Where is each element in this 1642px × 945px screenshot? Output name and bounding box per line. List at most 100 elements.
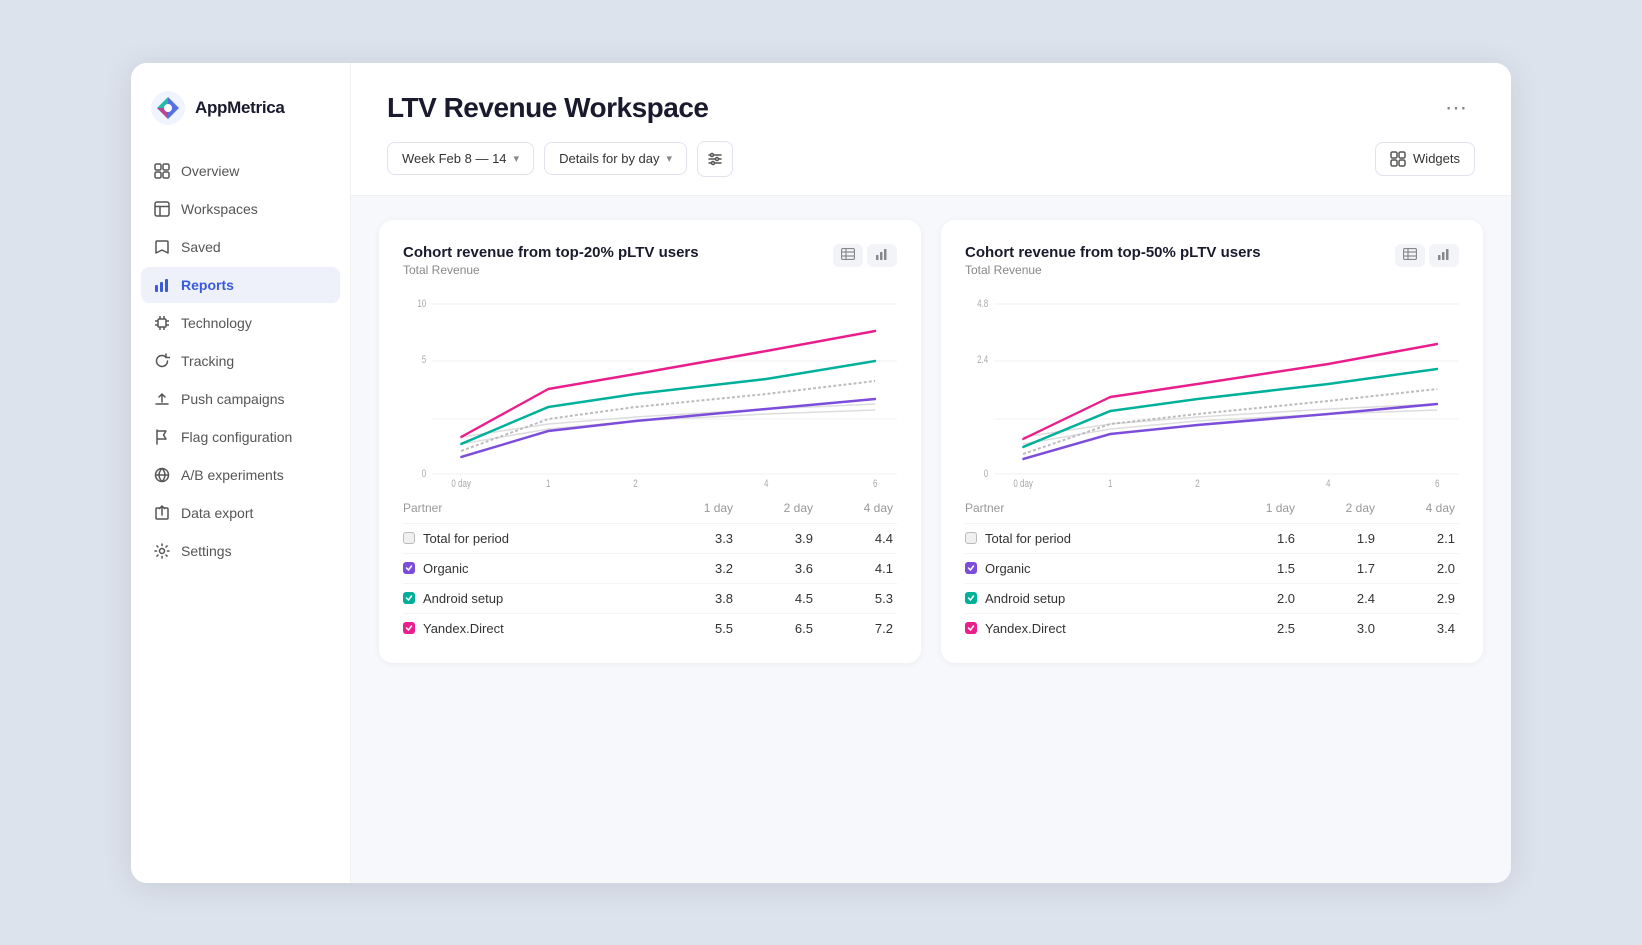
gear-icon (153, 542, 171, 560)
val-2: 4.5 (737, 583, 817, 613)
sidebar-item-overview-label: Overview (181, 163, 239, 179)
val-1: 1.6 (1219, 523, 1299, 553)
table-icon-2 (1403, 248, 1417, 260)
val-2: 3.9 (737, 523, 817, 553)
detail-filter-label: Details for by day (559, 151, 659, 166)
partner-name: Yandex.Direct (423, 621, 504, 636)
layout-icon (153, 200, 171, 218)
chart-1-table: Partner 1 day 2 day 4 day Total for peri… (403, 497, 897, 643)
partner-name: Organic (985, 561, 1031, 576)
chart-1-table-btn[interactable] (833, 244, 863, 267)
detail-filter-button[interactable]: Details for by day ▾ (544, 142, 687, 175)
more-options-button[interactable]: ⋯ (1437, 91, 1475, 125)
dot-teal (403, 592, 415, 604)
sidebar-item-tracking[interactable]: Tracking (141, 343, 340, 379)
chart-2-title-group: Cohort revenue from top-50% pLTV users T… (965, 244, 1261, 277)
chart-2-subtitle: Total Revenue (965, 263, 1261, 277)
val-4: 2.9 (1379, 583, 1459, 613)
chart-2-actions (1395, 244, 1459, 267)
header-top: LTV Revenue Workspace ⋯ (387, 91, 1475, 125)
val-4: 2.1 (1379, 523, 1459, 553)
sidebar: AppMetrica Overview (131, 63, 351, 883)
table-icon (841, 248, 855, 260)
chart-1-svg-container: 10 5 0 0 day 1 2 4 6 (403, 289, 897, 489)
chevron-down-icon: ▾ (514, 152, 520, 165)
chart-card-1-header: Cohort revenue from top-20% pLTV users T… (403, 244, 897, 277)
val-2: 2.4 (1299, 583, 1379, 613)
sidebar-item-settings[interactable]: Settings (141, 533, 340, 569)
logo: AppMetrica (131, 91, 350, 153)
sliders-icon (707, 151, 723, 167)
partner-cell: Android setup (965, 591, 1219, 606)
sidebar-item-technology[interactable]: Technology (141, 305, 340, 341)
svg-text:0 day: 0 day (1013, 477, 1033, 488)
chart-2-table: Partner 1 day 2 day 4 day Total for peri… (965, 497, 1459, 643)
main-content: LTV Revenue Workspace ⋯ Week Feb 8 — 14 … (351, 63, 1511, 883)
sidebar-item-overview[interactable]: Overview (141, 153, 340, 189)
dot-purple-2 (965, 562, 977, 574)
table-row: Android setup 3.8 4.5 5.3 (403, 583, 897, 613)
val-2: 1.7 (1299, 553, 1379, 583)
bar-chart-icon (153, 276, 171, 294)
chart-2-svg-container: 4.8 2.4 0 0 day 1 2 4 6 (965, 289, 1459, 489)
val-4: 4.4 (817, 523, 897, 553)
sidebar-item-ab[interactable]: A/B experiments (141, 457, 340, 493)
table-row: Yandex.Direct 2.5 3.0 3.4 (965, 613, 1459, 643)
val-4: 7.2 (817, 613, 897, 643)
app-container: AppMetrica Overview (131, 63, 1511, 883)
svg-text:0: 0 (984, 467, 988, 480)
main-header: LTV Revenue Workspace ⋯ Week Feb 8 — 14 … (351, 63, 1511, 196)
chart-1-bar-btn[interactable] (867, 244, 897, 267)
sidebar-item-reports[interactable]: Reports (141, 267, 340, 303)
bookmark-icon (153, 238, 171, 256)
partner-name: Total for period (423, 531, 509, 546)
partner-cell: Total for period (965, 531, 1219, 546)
col-4day-1: 4 day (817, 497, 897, 524)
chart-card-2: Cohort revenue from top-50% pLTV users T… (941, 220, 1483, 663)
table-row: Yandex.Direct 5.5 6.5 7.2 (403, 613, 897, 643)
svg-text:10: 10 (417, 297, 426, 310)
val-1: 3.2 (657, 553, 737, 583)
svg-text:6: 6 (873, 477, 877, 488)
sidebar-item-push[interactable]: Push campaigns (141, 381, 340, 417)
chart-2-svg: 4.8 2.4 0 0 day 1 2 4 6 (965, 289, 1459, 489)
sidebar-item-reports-label: Reports (181, 277, 234, 293)
table-row: Organic 1.5 1.7 2.0 (965, 553, 1459, 583)
svg-text:1: 1 (1108, 477, 1112, 488)
table-row: Total for period 3.3 3.9 4.4 (403, 523, 897, 553)
filter-button[interactable] (697, 141, 733, 177)
chevron-down-icon-2: ▾ (667, 152, 673, 165)
date-filter-button[interactable]: Week Feb 8 — 14 ▾ (387, 142, 534, 175)
ab-icon (153, 466, 171, 484)
table-row: Total for period 1.6 1.9 2.1 (965, 523, 1459, 553)
sidebar-item-workspaces[interactable]: Workspaces (141, 191, 340, 227)
cpu-icon (153, 314, 171, 332)
charts-area: Cohort revenue from top-20% pLTV users T… (351, 196, 1511, 687)
sidebar-item-export[interactable]: Data export (141, 495, 340, 531)
col-4day-2: 4 day (1379, 497, 1459, 524)
sidebar-item-technology-label: Technology (181, 315, 252, 331)
chart-1-title: Cohort revenue from top-20% pLTV users (403, 244, 699, 261)
sidebar-item-flag[interactable]: Flag configuration (141, 419, 340, 455)
sidebar-item-saved[interactable]: Saved (141, 229, 340, 265)
svg-text:4.8: 4.8 (977, 297, 988, 310)
widgets-button[interactable]: Widgets (1375, 142, 1475, 176)
chart-1-svg: 10 5 0 0 day 1 2 4 6 (403, 289, 897, 489)
val-1: 3.3 (657, 523, 737, 553)
widgets-label: Widgets (1413, 151, 1460, 166)
chart-2-bar-btn[interactable] (1429, 244, 1459, 267)
table-row: Organic 3.2 3.6 4.1 (403, 553, 897, 583)
svg-text:1: 1 (546, 477, 550, 488)
col-2day-1: 2 day (737, 497, 817, 524)
dot-pink-2 (965, 622, 977, 634)
chart-2-table-btn[interactable] (1395, 244, 1425, 267)
partner-cell: Yandex.Direct (965, 621, 1219, 636)
sidebar-item-export-label: Data export (181, 505, 253, 521)
sidebar-item-ab-label: A/B experiments (181, 467, 284, 483)
svg-text:0: 0 (422, 467, 426, 480)
svg-text:2: 2 (1195, 477, 1199, 488)
partner-name: Android setup (985, 591, 1065, 606)
chart-card-1: Cohort revenue from top-20% pLTV users T… (379, 220, 921, 663)
partner-cell: Total for period (403, 531, 657, 546)
partner-cell: Organic (403, 561, 657, 576)
